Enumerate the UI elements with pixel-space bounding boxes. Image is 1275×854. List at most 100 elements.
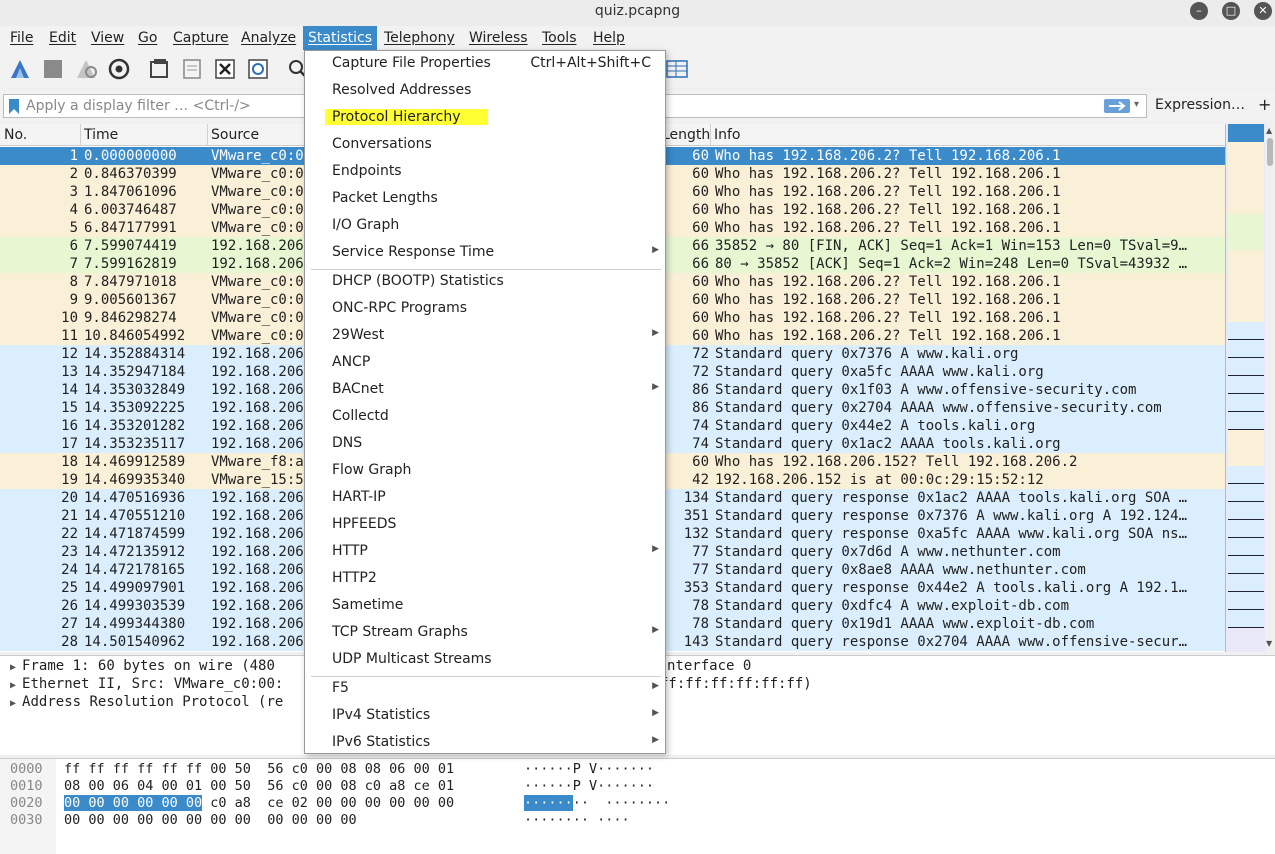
hex-ascii-selected[interactable]: ······ [524,795,573,811]
menu-help[interactable]: Help [588,26,630,50]
cell-time: 14.353032849 [84,382,186,398]
cell-time: 14.501540962 [84,634,186,650]
menu-wireless[interactable]: Wireless [464,26,533,50]
minimap-row-mark [1228,142,1264,160]
menu-item-tcp-stream-graphs[interactable]: TCP Stream Graphs ▶ [305,620,665,647]
expression-button[interactable]: Expression… [1155,97,1245,113]
apply-filter-icon[interactable] [1104,99,1130,113]
details-ethernet-row[interactable]: ▶ Ethernet II, Src: VMware_c0:00: [10,676,283,692]
menu-edit[interactable]: Edit [44,26,81,50]
menu-item-packet-lengths[interactable]: Packet Lengths [305,186,665,213]
hex-bytes[interactable]: 00 00 00 00 00 00 00 00 00 00 00 00 [64,812,357,829]
menu-tools[interactable]: Tools [537,26,582,50]
hex-ascii[interactable]: ······P V······· [524,761,654,778]
menu-item-capture-file-properties[interactable]: Capture File Properties Ctrl+Alt+Shift+C [305,51,665,78]
menu-item-ancp[interactable]: ANCP [305,350,665,377]
details-arp-row[interactable]: ▶ Address Resolution Protocol (re [10,694,283,710]
hex-ascii[interactable]: ········ ········ [524,795,670,812]
menu-capture[interactable]: Capture [168,26,234,50]
menu-item-sametime[interactable]: Sametime [305,593,665,620]
details-frame-row[interactable]: ▶ Frame 1: 60 bytes on wire (480 [10,658,275,674]
cell-no: 19 [61,472,78,488]
expand-arrow-icon[interactable]: ▶ [10,680,22,691]
close-file-icon[interactable] [213,58,237,80]
column-divider[interactable] [207,124,208,146]
menu-item-conversations[interactable]: Conversations [305,132,665,159]
hex-ascii[interactable]: ········ ···· [524,812,630,829]
menu-telephony[interactable]: Telephony [379,26,460,50]
save-file-icon[interactable] [180,58,204,80]
hex-bytes[interactable]: 00 00 00 00 00 00 c0 a8 ce 02 00 00 00 0… [64,795,454,812]
menu-view[interactable]: View [86,26,129,50]
minimap-row-mark [1228,394,1264,412]
menu-go[interactable]: Go [133,26,162,50]
column-divider[interactable] [710,124,711,146]
cell-no: 23 [61,544,78,560]
hex-bytes[interactable]: 08 00 06 04 00 01 00 50 56 c0 00 08 c0 a… [64,778,454,795]
menu-item-endpoints[interactable]: Endpoints [305,159,665,186]
close-icon[interactable]: ✕ [1254,2,1272,20]
menu-item-ipv4-statistics[interactable]: IPv4 Statistics ▶ [305,703,665,730]
menu-bar: File Edit View Go Capture Analyze Statis… [0,26,1275,50]
start-capture-icon[interactable] [8,58,32,80]
maximize-icon[interactable]: □ [1222,2,1240,20]
menu-item-http[interactable]: HTTP ▶ [305,539,665,566]
menu-file[interactable]: File [5,26,38,50]
column-divider[interactable] [80,124,81,146]
menu-item-dhcp-bootp-statistics[interactable]: DHCP (BOOTP) Statistics [305,269,665,296]
menu-item-resolved-addresses[interactable]: Resolved Addresses [305,78,665,105]
capture-options-icon[interactable] [107,58,131,80]
stop-capture-icon[interactable] [41,58,65,80]
bookmark-icon[interactable] [9,99,19,114]
scrollbar-thumb[interactable] [1267,138,1273,166]
menu-item-udp-multicast-streams[interactable]: UDP Multicast Streams [305,647,665,674]
filter-history-dropdown-icon[interactable]: ▾ [1134,99,1139,110]
menu-item-hart-ip[interactable]: HART-IP [305,485,665,512]
hex-bytes-text: c0 a8 ce 02 00 00 00 00 00 00 [202,795,455,811]
expand-arrow-icon[interactable]: ▶ [10,698,22,709]
menu-item-protocol-hierarchy[interactable]: Protocol Hierarchy [305,105,665,132]
packet-list-scrollbar[interactable]: ▲ ▼ [1265,124,1275,652]
minimap-row-mark [1228,466,1264,484]
add-filter-button[interactable]: + [1258,95,1271,114]
column-header-time[interactable]: Time [84,127,118,143]
packet-minimap[interactable] [1225,124,1265,652]
menu-item-http2[interactable]: HTTP2 [305,566,665,593]
scroll-up-icon[interactable]: ▲ [1266,126,1272,135]
minimize-icon[interactable]: – [1190,2,1208,20]
column-header-length[interactable]: Length [662,127,710,143]
menu-item-bacnet[interactable]: BACnet ▶ [305,377,665,404]
column-header-info[interactable]: Info [714,127,741,143]
hex-ascii[interactable]: ······P V······· [524,778,654,795]
menu-item-collectd[interactable]: Collectd [305,404,665,431]
menu-statistics[interactable]: Statistics [303,26,377,50]
packet-bytes-pane[interactable]: 0000 ff ff ff ff ff ff 00 50 56 c0 00 08 … [0,758,1275,854]
menu-item-hpfeeds[interactable]: HPFEEDS [305,512,665,539]
open-file-icon[interactable] [147,58,171,80]
menu-item-29west[interactable]: 29West ▶ [305,323,665,350]
column-header-source[interactable]: Source [211,127,259,143]
submenu-arrow-icon: ▶ [652,382,659,392]
expand-arrow-icon[interactable]: ▶ [10,662,22,673]
menu-item-onc-rpc-programs[interactable]: ONC-RPC Programs [305,296,665,323]
menu-item-f5[interactable]: F5 ▶ [305,676,665,703]
scroll-down-icon[interactable]: ▼ [1266,639,1272,648]
cell-length: 72 [692,364,709,380]
reload-file-icon[interactable] [246,58,270,80]
menu-analyze[interactable]: Analyze [236,26,301,50]
cell-source: 192.168.206 [211,526,304,542]
menu-item-dns[interactable]: DNS [305,431,665,458]
menu-item-i-o-graph[interactable]: I/O Graph [305,213,665,240]
restart-capture-icon[interactable] [74,58,98,80]
hex-bytes[interactable]: ff ff ff ff ff ff 00 50 56 c0 00 08 08 0… [64,761,454,778]
hex-bytes-selected[interactable]: 00 00 00 00 00 00 [64,795,203,811]
minimap-row-mark [1228,232,1264,250]
hex-offset: 0000 [10,761,43,777]
menu-item-service-response-time[interactable]: Service Response Time ▶ [305,240,665,267]
cell-no: 27 [61,616,78,632]
menu-item-ipv6-statistics[interactable]: IPv6 Statistics ▶ [305,730,665,757]
cell-length: 60 [692,454,709,470]
column-header-no[interactable]: No. [4,127,27,143]
menu-item-flow-graph[interactable]: Flow Graph [305,458,665,485]
resize-columns-icon[interactable] [665,58,689,80]
